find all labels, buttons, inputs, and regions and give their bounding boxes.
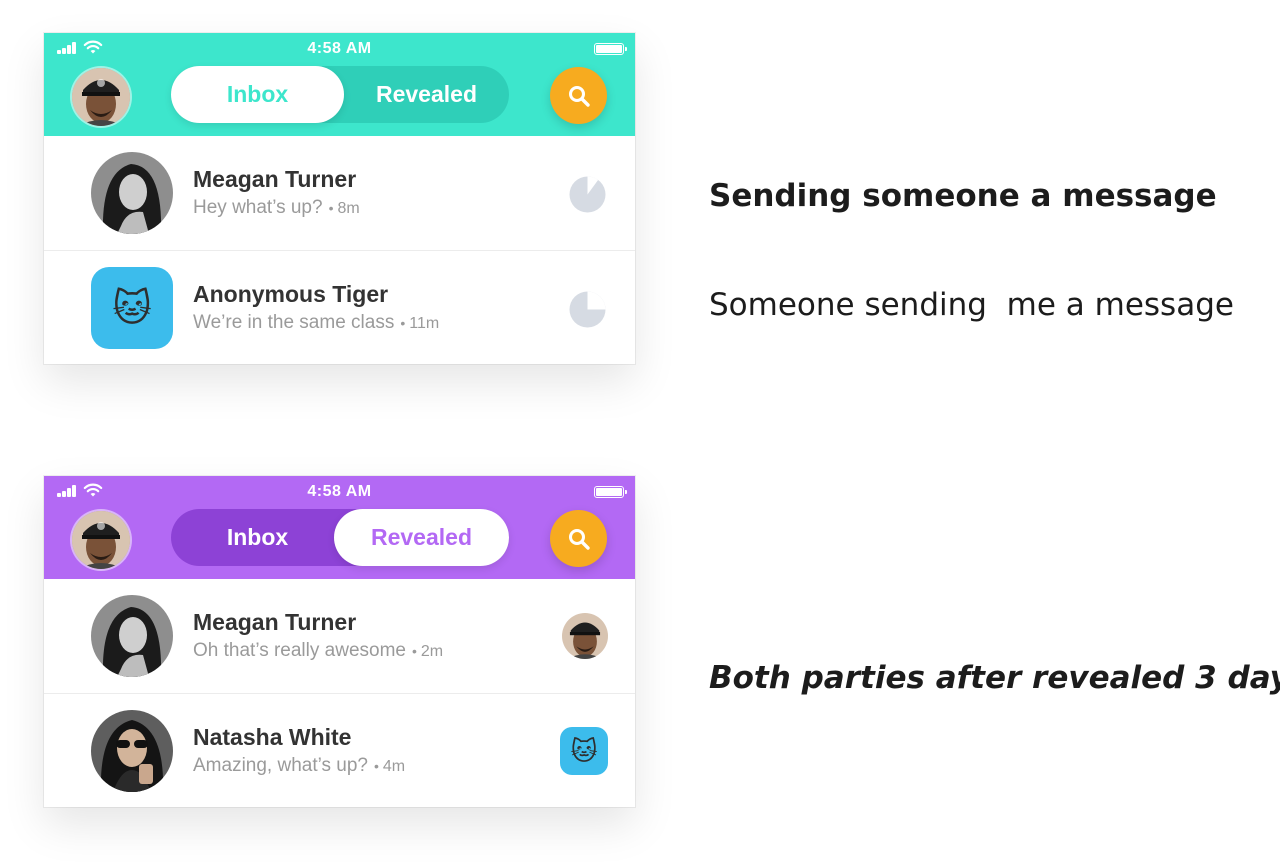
search-button[interactable] <box>550 510 607 567</box>
profile-avatar[interactable] <box>72 511 130 569</box>
caption-receiving: Someone sending me a message <box>709 287 1234 323</box>
clock: 4:58 AM <box>307 40 372 57</box>
cat-face-icon: 🐱 <box>570 735 598 766</box>
inbox-screen: 4:58 AM Inbox Revealed Meagan Turner Hey… <box>44 33 635 364</box>
clock: 4:58 AM <box>307 483 372 500</box>
anonymous-tiger-avatar: 🐱 <box>91 267 173 349</box>
separator-dot: • <box>400 315 406 331</box>
search-icon <box>568 85 590 107</box>
status-bar: 4:58 AM <box>44 476 635 504</box>
battery-icon <box>594 486 627 498</box>
list-item[interactable]: Meagan Turner Oh that’s really awesome • 2… <box>44 579 635 694</box>
tab-inbox[interactable]: Inbox <box>171 509 344 566</box>
tab-inbox[interactable]: Inbox <box>171 66 344 123</box>
avatar <box>91 595 173 677</box>
tab-revealed[interactable]: Revealed <box>334 509 509 566</box>
tab-switcher: Inbox Revealed <box>171 66 509 123</box>
time-ago: 4m <box>382 758 406 775</box>
separator-dot: • <box>373 758 379 774</box>
conversation-list: Meagan Turner Hey what’s up? • 8m 🐱 Anonym… <box>44 136 635 365</box>
avatar <box>91 152 173 234</box>
time-ago: 11m <box>409 315 440 332</box>
time-ago: 8m <box>337 200 360 217</box>
message-text: We’re in the same class <box>193 312 395 333</box>
separator-dot: • <box>328 200 334 216</box>
avatar <box>91 710 173 792</box>
profile-avatar[interactable] <box>72 68 130 126</box>
anonymous-tiger-badge: 🐱 <box>560 727 608 775</box>
separator-dot: • <box>411 643 417 659</box>
list-item[interactable]: Natasha White Amazing, what’s up? • 4m 🐱 <box>44 694 635 808</box>
message-text: Amazing, what’s up? <box>193 755 368 776</box>
status-bar: 4:58 AM <box>44 33 635 61</box>
message-preview: Oh that’s really awesome • 2m <box>193 640 443 662</box>
caption-sending: Sending someone a message <box>709 178 1217 214</box>
contact-name: Meagan Turner <box>193 609 357 635</box>
contact-name: Natasha White <box>193 724 352 750</box>
tab-revealed[interactable]: Revealed <box>344 66 509 123</box>
list-item[interactable]: 🐱 Anonymous Tiger We’re in the same clas… <box>44 251 635 365</box>
search-button[interactable] <box>550 67 607 124</box>
timer-icon <box>569 176 606 213</box>
message-preview: We’re in the same class • 11m <box>193 312 439 334</box>
conversation-list: Meagan Turner Oh that’s really awesome • 2… <box>44 579 635 808</box>
tab-switcher: Inbox Revealed <box>171 509 509 566</box>
message-text: Hey what’s up? <box>193 197 323 218</box>
timer-icon <box>569 291 606 328</box>
cat-face-icon: 🐱 <box>112 287 152 330</box>
caption-revealed: Both parties after revealed 3 days <box>709 660 1280 696</box>
message-preview: Hey what’s up? • 8m <box>193 197 360 219</box>
header-bar: 4:58 AM Inbox Revealed <box>44 33 635 136</box>
message-preview: Amazing, what’s up? • 4m <box>193 755 405 777</box>
search-icon <box>568 528 590 550</box>
list-item[interactable]: Meagan Turner Hey what’s up? • 8m <box>44 136 635 251</box>
contact-name: Meagan Turner <box>193 166 357 192</box>
revealed-screen: 4:58 AM Inbox Revealed Meagan Turner Oh … <box>44 476 635 807</box>
header-bar: 4:58 AM Inbox Revealed <box>44 476 635 579</box>
revealed-sender-avatar <box>562 613 608 659</box>
message-text: Oh that’s really awesome <box>193 640 406 661</box>
battery-icon <box>594 43 627 55</box>
contact-name: Anonymous Tiger <box>193 281 389 307</box>
time-ago: 2m <box>420 643 444 660</box>
